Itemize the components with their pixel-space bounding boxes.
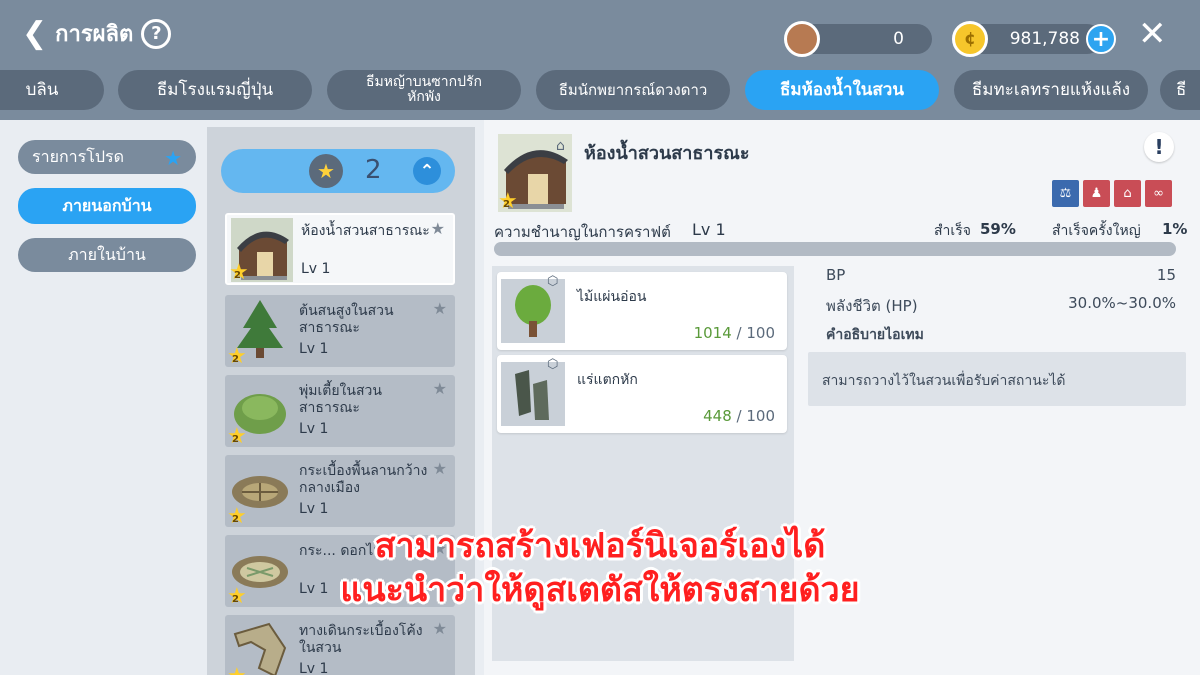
tab-theme-5[interactable]: ธีมทะเลทรายแห้งแล้ง: [954, 70, 1148, 110]
chevron-up-icon[interactable]: ⌃: [413, 157, 441, 185]
gold-currency: ¢ 981,788 +: [952, 21, 1116, 57]
caption-line-2: แนะนำว่าให้ดูสเตตัสให้ตรงสายด้วย: [340, 570, 860, 610]
favorite-star-icon: ★: [164, 146, 182, 170]
rank-badge: ★2: [227, 666, 247, 675]
stat-value: 30.0%~30.0%: [1068, 294, 1176, 312]
info-icon[interactable]: !: [1144, 132, 1174, 162]
material-count: 1014 / 100: [693, 324, 775, 342]
close-icon[interactable]: ✕: [1138, 14, 1167, 54]
recipe-level: Lv 1: [299, 341, 329, 357]
copper-amount: 0: [893, 29, 904, 49]
balance-scale-icon: ⚖: [1052, 180, 1079, 207]
tab-theme-0[interactable]: บลิน: [0, 70, 104, 110]
title-row: ❮ การผลิต ?: [22, 16, 172, 51]
rank-badge: ★2: [498, 189, 518, 214]
tab-theme-4[interactable]: ธีมห้องน้ำในสวน: [745, 70, 939, 110]
favorite-star-icon[interactable]: ★: [433, 459, 447, 478]
favorite-star-icon[interactable]: ★: [431, 219, 445, 238]
tab-theme-6[interactable]: ธี: [1160, 70, 1200, 110]
item-name: ห้องน้ำสวนสาธารณะ: [584, 143, 750, 164]
description-text: สามารถวางไว้ในสวนเพื่อรับค่าสถานะได้: [808, 352, 1186, 406]
favorite-star-icon[interactable]: ★: [433, 379, 447, 398]
house-icon: ⌂: [1114, 180, 1141, 207]
caption-line-1: สามารถสร้างเฟอร์นิเจอร์เองได้: [374, 526, 826, 566]
theme-tabs: บลิน ธีมโรงแรมญี่ปุ่น ธีมหญ้าบนซากปรักหั…: [0, 70, 1200, 110]
menu-indoor[interactable]: ภายในบ้าน: [18, 238, 196, 272]
favorite-star-icon[interactable]: ★: [433, 619, 447, 638]
recipe-item[interactable]: ★ 2 ห้องน้ำสวนสาธารณะ Lv 1 ★: [225, 213, 455, 285]
copper-currency: 0: [784, 21, 932, 57]
stat-hp: พลังชีวิต (HP) 30.0%~30.0%: [826, 294, 1176, 318]
recipe-level: Lv 1: [301, 261, 331, 277]
material-name: แร่แตกหัก: [577, 372, 638, 388]
recipe-level: Lv 1: [299, 501, 329, 517]
material-item[interactable]: ⬡ แร่แตกหัก 448 / 100: [497, 355, 787, 433]
tab-theme-2[interactable]: ธีมหญ้าบนซากปรักหักพัง: [327, 70, 521, 110]
recipe-name: ห้องน้ำสวนสาธารณะ: [301, 223, 430, 239]
figure-icon: ♟: [1083, 180, 1110, 207]
help-icon[interactable]: ?: [141, 18, 172, 49]
success-rate: 59%: [980, 220, 1016, 238]
recipe-item[interactable]: ★ 2 ต้นสนสูงในสวนสาธารณะ Lv 1 ★: [225, 295, 455, 369]
success-label: สำเร็จ: [934, 223, 971, 239]
gold-coin-icon: ¢: [952, 21, 988, 57]
copper-coin-icon: [784, 21, 820, 57]
attribute-tags: ⚖ ♟ ⌂ ∞: [1052, 180, 1172, 207]
gold-amount: 981,788: [1009, 29, 1080, 49]
material-count: 448 / 100: [703, 407, 775, 425]
recipe-item[interactable]: ★ 2 พุ่มเตี้ยในสวนสาธารณะ Lv 1 ★: [225, 375, 455, 449]
tab-theme-1[interactable]: ธีมโรงแรมญี่ปุ่น: [118, 70, 312, 110]
favorite-star-icon[interactable]: ★: [433, 299, 447, 318]
rank-star-icon: ★: [309, 154, 343, 188]
recipe-item[interactable]: ★ 2 กระเบื้องพื้นลานกว้างกลางเมือง Lv 1 ★: [225, 455, 455, 528]
rank-filter-value: 2: [365, 155, 382, 185]
material-item[interactable]: ⬡ ไม้แผ่นอ่อน 1014 / 100: [497, 272, 787, 350]
stat-bp: BP 15: [826, 266, 1176, 284]
stat-value: 15: [1156, 266, 1176, 284]
menu-favorites[interactable]: รายการโปรด ★: [18, 140, 196, 174]
craft-mastery-label: ความชำนาญในการคราฟต์: [494, 223, 671, 241]
tab-theme-3[interactable]: ธีมนักพยากรณ์ดวงดาว: [536, 70, 730, 110]
rank-badge: ★2: [229, 260, 249, 285]
cube-icon: ⬡: [547, 357, 559, 372]
back-icon[interactable]: ❮: [22, 18, 47, 49]
craft-mastery-level: Lv 1: [692, 220, 726, 239]
recipe-name: พุ่มเตี้ยในสวนสาธารณะ: [299, 383, 382, 416]
recipe-name: ทางเดินกระเบื้องโค้งในสวน: [299, 623, 423, 656]
recipe-item[interactable]: ★2 ทางเดินกระเบื้องโค้งในสวน Lv 1 ★: [225, 615, 455, 675]
link-icon: ∞: [1145, 180, 1172, 207]
menu-favorites-label: รายการโปรด: [32, 146, 124, 166]
rank-filter[interactable]: ★ 2 ⌃: [221, 149, 455, 193]
great-success-label: สำเร็จครั้งใหญ่: [1052, 223, 1141, 239]
home-icon: ⌂: [556, 138, 565, 154]
add-gold-button[interactable]: +: [1086, 24, 1116, 54]
page-title: การผลิต: [55, 22, 134, 47]
recipe-name: ต้นสนสูงในสวนสาธารณะ: [299, 303, 394, 336]
stat-label: พลังชีวิต (HP): [826, 297, 918, 315]
mastery-progress-bar: [494, 242, 1176, 256]
recipe-name: กระเบื้องพื้นลานกว้างกลางเมือง: [299, 463, 428, 496]
menu-outdoor[interactable]: ภายนอกบ้าน: [18, 188, 196, 224]
great-success-rate: 1%: [1162, 220, 1188, 238]
top-bar: ❮ การผลิต ? 0 ¢ 981,788 + ✕ บลิน ธีมโรงแ…: [0, 0, 1200, 120]
recipe-level: Lv 1: [299, 661, 329, 675]
description-title: คำอธิบายไอเทม: [826, 327, 924, 343]
material-name: ไม้แผ่นอ่อน: [577, 289, 647, 305]
cube-icon: ⬡: [547, 274, 559, 289]
rank-badge: ★2: [227, 424, 247, 449]
overlay-caption: สามารถสร้างเฟอร์นิเจอร์เองได้ แนะนำว่าให…: [0, 524, 1200, 612]
recipe-level: Lv 1: [299, 421, 329, 437]
rank-badge: ★2: [227, 344, 247, 369]
stat-label: BP: [826, 266, 846, 284]
